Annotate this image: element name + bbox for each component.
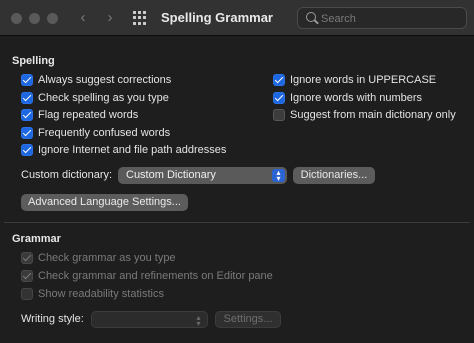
- checkbox-label: Suggest from main dictionary only: [290, 109, 456, 121]
- check-grammar-editor-pane-checkbox[interactable]: Check grammar and refinements on Editor …: [21, 269, 273, 283]
- window-title: Spelling Grammar: [161, 10, 273, 25]
- show-all-grid-icon[interactable]: [133, 11, 147, 25]
- checkbox-label: Check grammar as you type: [38, 252, 176, 264]
- zoom-window-button[interactable]: [47, 13, 58, 24]
- checkbox-label: Ignore Internet and file path addresses: [38, 144, 227, 156]
- flag-repeated-words-checkbox[interactable]: Flag repeated words: [21, 108, 138, 122]
- checkbox-label: Ignore words with numbers: [290, 92, 423, 104]
- checkbox-box[interactable]: [21, 288, 33, 300]
- spelling-heading: Spelling: [12, 55, 55, 67]
- ignore-uppercase-checkbox[interactable]: Ignore words in UPPERCASE: [273, 73, 436, 87]
- check-grammar-as-you-type-checkbox[interactable]: Check grammar as you type: [21, 251, 176, 265]
- forward-chevron-icon[interactable]: ›: [101, 9, 119, 27]
- check-spelling-as-you-type-checkbox[interactable]: Check spelling as you type: [21, 91, 169, 105]
- minimize-window-button[interactable]: [29, 13, 40, 24]
- checkbox-box[interactable]: [273, 92, 285, 104]
- checkbox-label: Frequently confused words: [38, 127, 171, 139]
- checkbox-label: Check spelling as you type: [38, 92, 169, 104]
- checkbox-label: Flag repeated words: [38, 109, 139, 121]
- back-chevron-icon[interactable]: ‹: [74, 9, 92, 27]
- show-readability-statistics-checkbox[interactable]: Show readability statistics: [21, 287, 164, 301]
- title-bar: ‹ › Spelling Grammar: [0, 0, 474, 36]
- frequently-confused-words-checkbox[interactable]: Frequently confused words: [21, 126, 170, 140]
- grammar-heading: Grammar: [12, 233, 61, 245]
- ignore-internet-addresses-checkbox[interactable]: Ignore Internet and file path addresses: [21, 143, 226, 157]
- writing-style-popup[interactable]: ▴ ▾: [91, 311, 208, 328]
- checkbox-box[interactable]: [273, 109, 285, 121]
- checkbox-label: Always suggest corrections: [38, 74, 172, 86]
- checkbox-box[interactable]: [273, 74, 285, 86]
- suggest-main-dictionary-only-checkbox[interactable]: Suggest from main dictionary only: [273, 108, 456, 122]
- custom-dictionary-popup[interactable]: Custom Dictionary ▴ ▾: [118, 167, 287, 184]
- checkbox-label: Ignore words in UPPERCASE: [290, 74, 437, 86]
- checkbox-label: Show readability statistics: [38, 288, 164, 300]
- updown-chevron-icon: ▴ ▾: [272, 169, 285, 183]
- custom-dictionary-value: Custom Dictionary: [126, 169, 216, 181]
- checkbox-box[interactable]: [21, 109, 33, 121]
- ignore-words-with-numbers-checkbox[interactable]: Ignore words with numbers: [273, 91, 422, 105]
- checkbox-box[interactable]: [21, 270, 33, 282]
- close-window-button[interactable]: [11, 13, 22, 24]
- search-field[interactable]: [297, 7, 467, 29]
- checkbox-box[interactable]: [21, 74, 33, 86]
- search-input[interactable]: [321, 11, 461, 26]
- checkbox-box[interactable]: [21, 92, 33, 104]
- grammar-settings-button[interactable]: Settings...: [215, 311, 281, 328]
- advanced-language-settings-button[interactable]: Advanced Language Settings...: [21, 194, 188, 211]
- dictionaries-button[interactable]: Dictionaries...: [293, 167, 375, 184]
- checkbox-box[interactable]: [21, 144, 33, 156]
- writing-style-label: Writing style:: [21, 313, 84, 325]
- search-icon: [306, 12, 316, 22]
- checkbox-box[interactable]: [21, 252, 33, 264]
- section-divider: [4, 222, 470, 223]
- checkbox-box[interactable]: [21, 127, 33, 139]
- always-suggest-corrections-checkbox[interactable]: Always suggest corrections: [21, 73, 171, 87]
- custom-dictionary-label: Custom dictionary:: [21, 169, 113, 181]
- checkbox-label: Check grammar and refinements on Editor …: [38, 270, 273, 282]
- updown-chevron-icon: ▴ ▾: [196, 313, 201, 328]
